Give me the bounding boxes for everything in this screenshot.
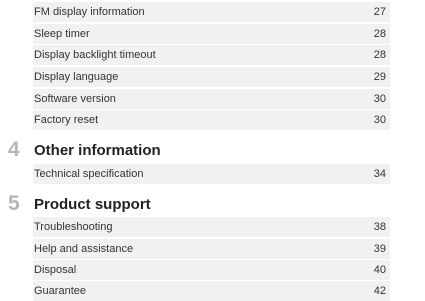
toc-entry-page: 38 bbox=[373, 221, 386, 233]
toc-entry[interactable]: Help and assistance 39 bbox=[33, 239, 390, 259]
toc-entry[interactable]: Factory reset 30 bbox=[33, 110, 390, 130]
toc-entry-label: Technical specification bbox=[34, 168, 144, 180]
toc-entry[interactable]: Guarantee 42 bbox=[33, 281, 390, 301]
toc-entry-label: Display language bbox=[34, 71, 119, 83]
toc-entry-label: Help and assistance bbox=[34, 243, 134, 255]
toc-entry[interactable]: Display language 29 bbox=[33, 67, 390, 87]
toc-entry-page: 30 bbox=[373, 114, 386, 126]
toc-entry[interactable]: Software version 30 bbox=[33, 89, 390, 109]
section-number: 4 bbox=[8, 138, 20, 161]
toc-entry-page: 27 bbox=[373, 6, 386, 18]
section-heading-5[interactable]: 5 Product support bbox=[0, 192, 425, 218]
toc-entry-label: Disposal bbox=[34, 264, 77, 276]
toc-entry-page: 28 bbox=[373, 28, 386, 40]
toc-entry[interactable]: Sleep timer 28 bbox=[33, 24, 390, 44]
section-title: Product support bbox=[34, 196, 151, 213]
toc-entry[interactable]: Technical specification 34 bbox=[33, 164, 390, 184]
toc-entry-page: 40 bbox=[373, 264, 386, 276]
toc-entry-page: 30 bbox=[373, 93, 386, 105]
toc-entry-label: Software version bbox=[34, 93, 116, 105]
toc-entry-label: Factory reset bbox=[34, 114, 99, 126]
toc-entry-page: 42 bbox=[373, 285, 386, 297]
toc-entry-label: Troubleshooting bbox=[34, 221, 113, 233]
toc-entry[interactable]: Disposal 40 bbox=[33, 260, 390, 280]
toc-entry[interactable]: FM display information 27 bbox=[33, 2, 390, 22]
toc-entry-label: Guarantee bbox=[34, 285, 86, 297]
table-of-contents: FM display information 27 Sleep timer 28… bbox=[0, 0, 425, 301]
toc-entry-label: FM display information bbox=[34, 6, 145, 18]
toc-entry-page: 34 bbox=[373, 168, 386, 180]
toc-entry[interactable]: Troubleshooting 38 bbox=[33, 217, 390, 237]
section-title: Other information bbox=[34, 142, 161, 159]
toc-entry-page: 39 bbox=[373, 243, 386, 255]
section-heading-4[interactable]: 4 Other information bbox=[0, 138, 425, 164]
toc-entry-page: 28 bbox=[373, 49, 386, 61]
toc-entry-label: Display backlight timeout bbox=[34, 49, 156, 61]
toc-entry-label: Sleep timer bbox=[34, 28, 90, 40]
toc-entry[interactable]: Display backlight timeout 28 bbox=[33, 45, 390, 65]
toc-entry-page: 29 bbox=[373, 71, 386, 83]
section-number: 5 bbox=[8, 192, 20, 215]
